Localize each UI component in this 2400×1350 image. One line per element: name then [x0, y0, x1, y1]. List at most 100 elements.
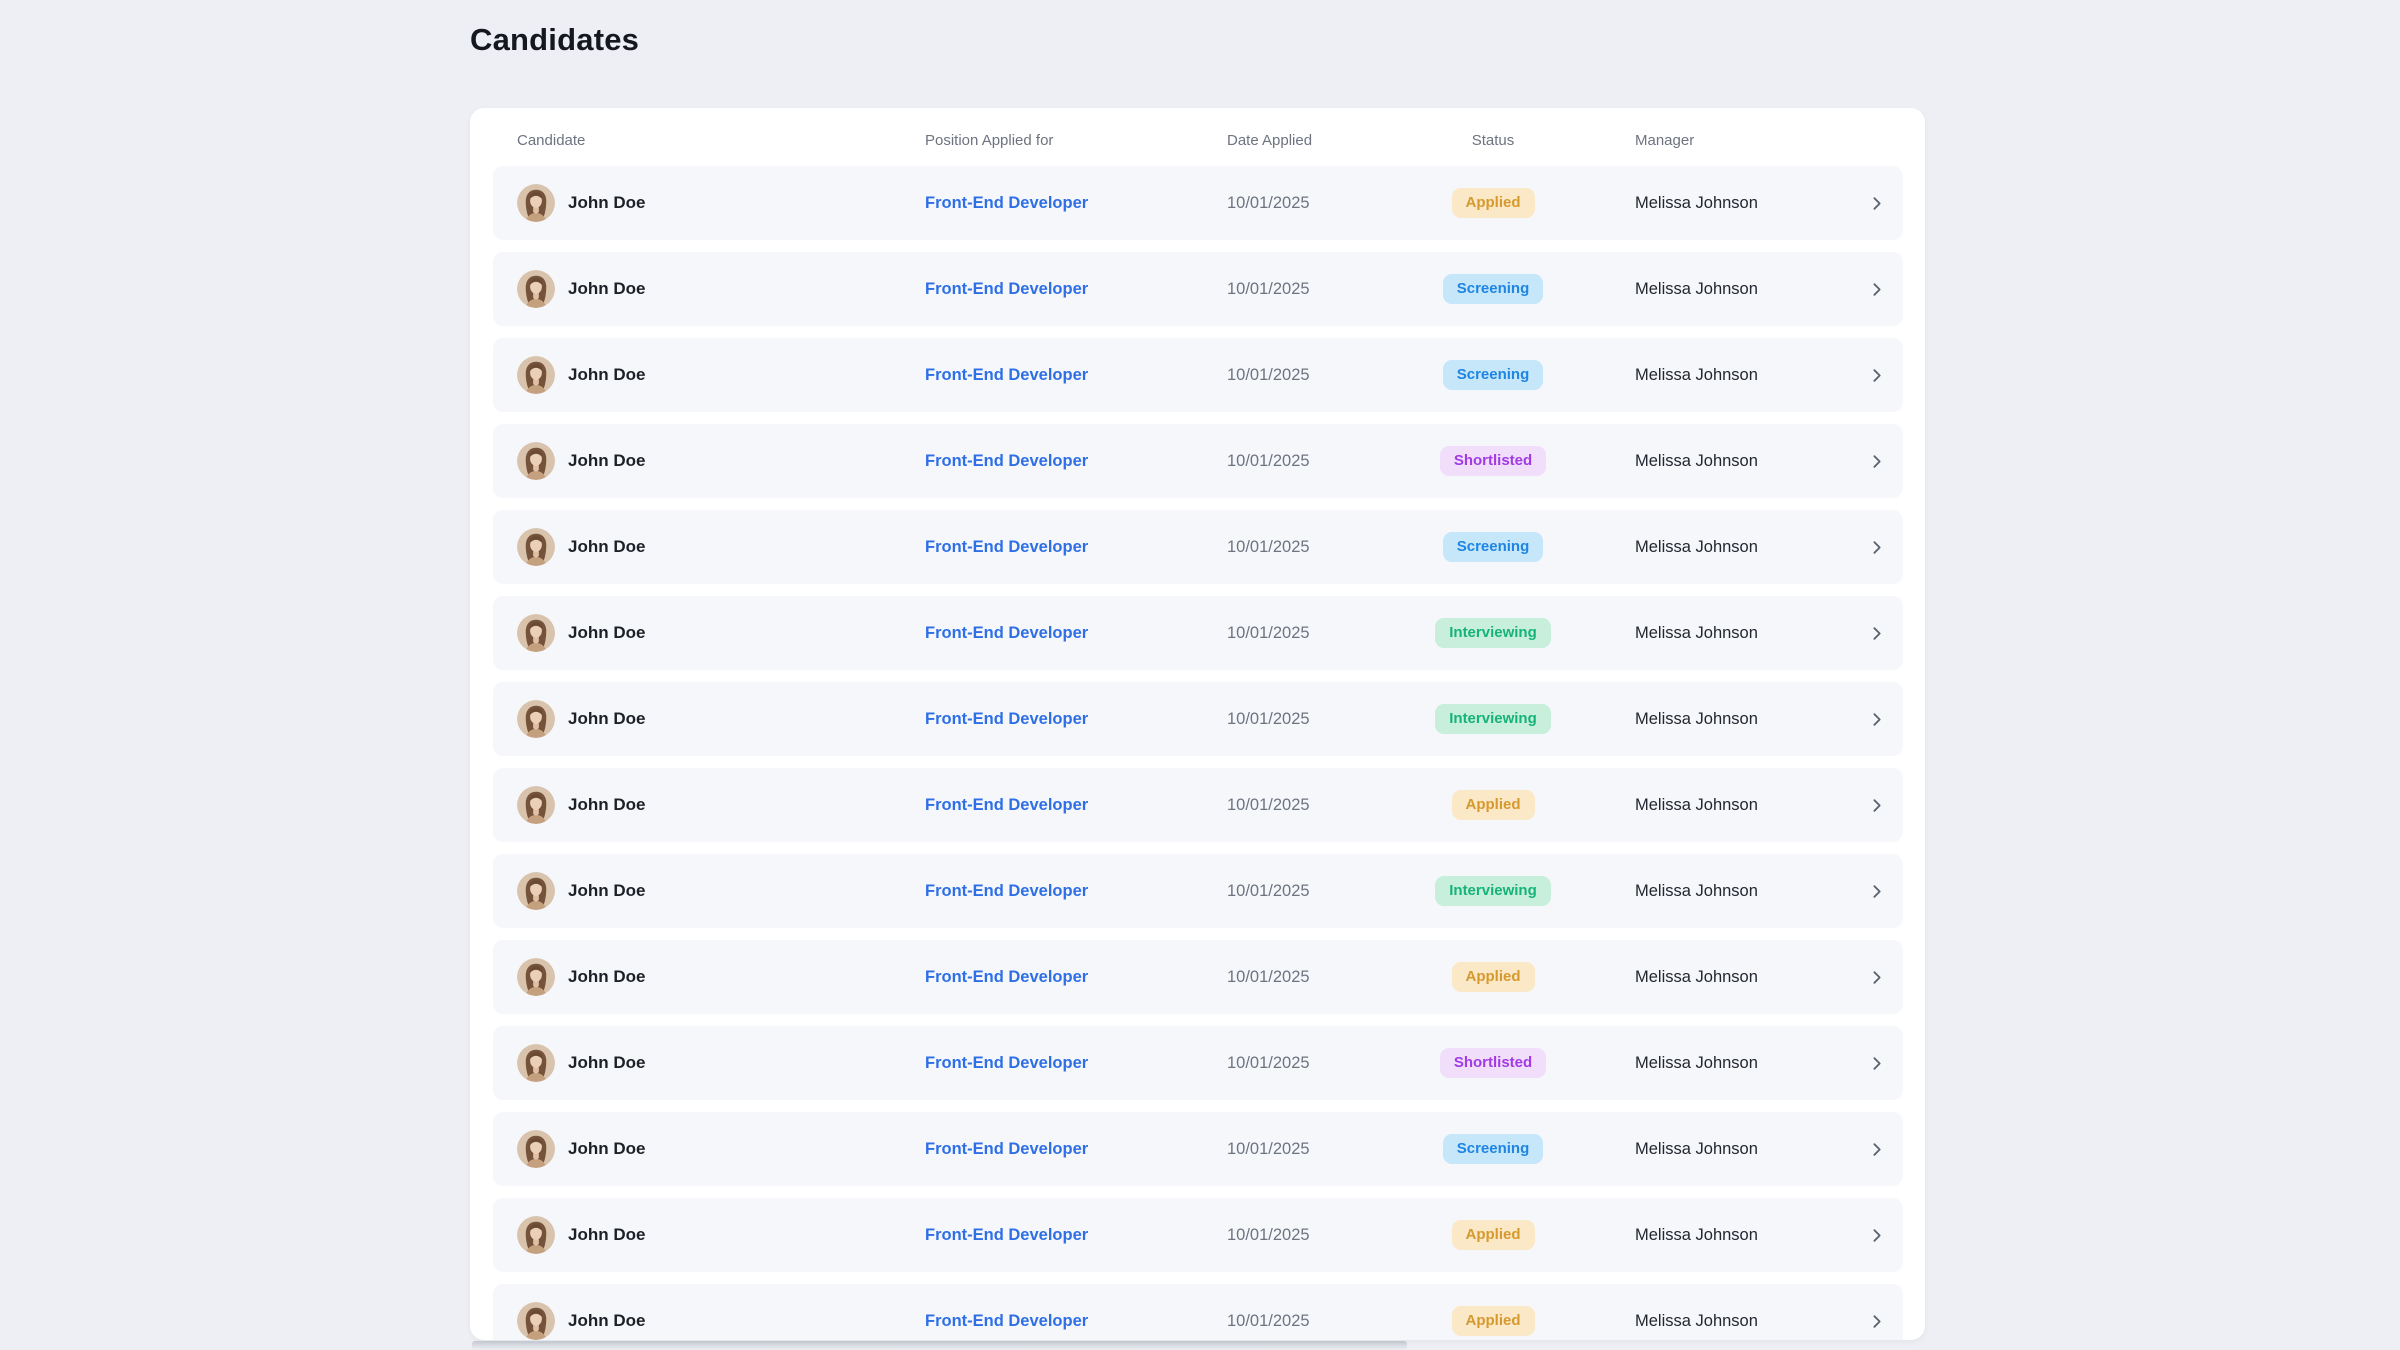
avatar: [517, 1044, 555, 1082]
candidate-name: John Doe: [568, 365, 645, 385]
manager-cell: Melissa Johnson: [1635, 710, 1831, 729]
candidate-name: John Doe: [568, 279, 645, 299]
chevron-right-icon[interactable]: [1867, 968, 1885, 986]
date-cell: 10/01/2025: [1227, 538, 1429, 557]
date-applied: 10/01/2025: [1227, 1226, 1310, 1245]
manager-cell: Melissa Johnson: [1635, 366, 1831, 385]
position-link[interactable]: Front-End Developer: [925, 710, 1088, 729]
chevron-right-icon[interactable]: [1867, 538, 1885, 556]
avatar: [517, 528, 555, 566]
chevron-right-icon[interactable]: [1867, 280, 1885, 298]
chevron-cell: [1831, 968, 1903, 986]
table-header: Candidate Position Applied for Date Appl…: [493, 108, 1903, 166]
table-row[interactable]: John Doe Front-End Developer 10/01/2025 …: [493, 682, 1903, 756]
date-applied: 10/01/2025: [1227, 366, 1310, 385]
table-row[interactable]: John Doe Front-End Developer 10/01/2025 …: [493, 1026, 1903, 1100]
position-cell: Front-End Developer: [925, 968, 1227, 987]
column-header-status: Status: [1472, 132, 1515, 149]
chevron-right-icon[interactable]: [1867, 1140, 1885, 1158]
avatar: [517, 270, 555, 308]
table-row[interactable]: John Doe Front-End Developer 10/01/2025 …: [493, 1284, 1903, 1340]
status-cell: Shortlisted: [1429, 1048, 1635, 1079]
chevron-right-icon[interactable]: [1867, 1226, 1885, 1244]
horizontal-scrollbar-thumb[interactable]: [472, 1341, 1407, 1350]
chevron-right-icon[interactable]: [1867, 624, 1885, 642]
status-badge: Applied: [1452, 790, 1535, 821]
position-link[interactable]: Front-End Developer: [925, 452, 1088, 471]
table-row[interactable]: John Doe Front-End Developer 10/01/2025 …: [493, 768, 1903, 842]
candidate-cell: John Doe: [493, 786, 925, 824]
date-applied: 10/01/2025: [1227, 1140, 1310, 1159]
date-cell: 10/01/2025: [1227, 882, 1429, 901]
date-cell: 10/01/2025: [1227, 1312, 1429, 1331]
position-link[interactable]: Front-End Developer: [925, 1054, 1088, 1073]
chevron-right-icon[interactable]: [1867, 194, 1885, 212]
table-row[interactable]: John Doe Front-End Developer 10/01/2025 …: [493, 510, 1903, 584]
candidate-name: John Doe: [568, 1311, 645, 1331]
avatar: [517, 1216, 555, 1254]
position-link[interactable]: Front-End Developer: [925, 968, 1088, 987]
column-header-position: Position Applied for: [925, 132, 1227, 149]
chevron-cell: [1831, 796, 1903, 814]
date-applied: 10/01/2025: [1227, 796, 1310, 815]
candidate-cell: John Doe: [493, 528, 925, 566]
position-link[interactable]: Front-End Developer: [925, 1140, 1088, 1159]
position-link[interactable]: Front-End Developer: [925, 538, 1088, 557]
avatar: [517, 958, 555, 996]
table-row[interactable]: John Doe Front-End Developer 10/01/2025 …: [493, 1112, 1903, 1186]
position-link[interactable]: Front-End Developer: [925, 1312, 1088, 1331]
chevron-cell: [1831, 1312, 1903, 1330]
chevron-cell: [1831, 194, 1903, 212]
candidate-cell: John Doe: [493, 958, 925, 996]
table-row[interactable]: John Doe Front-End Developer 10/01/2025 …: [493, 252, 1903, 326]
avatar: [517, 1130, 555, 1168]
candidate-cell: John Doe: [493, 270, 925, 308]
table-row[interactable]: John Doe Front-End Developer 10/01/2025 …: [493, 940, 1903, 1014]
status-badge: Shortlisted: [1440, 1048, 1546, 1079]
table-row[interactable]: John Doe Front-End Developer 10/01/2025 …: [493, 338, 1903, 412]
table-row[interactable]: John Doe Front-End Developer 10/01/2025 …: [493, 596, 1903, 670]
position-link[interactable]: Front-End Developer: [925, 1226, 1088, 1245]
date-cell: 10/01/2025: [1227, 624, 1429, 643]
chevron-right-icon[interactable]: [1867, 452, 1885, 470]
status-cell: Applied: [1429, 962, 1635, 993]
status-cell: Shortlisted: [1429, 446, 1635, 477]
manager-name: Melissa Johnson: [1635, 194, 1758, 213]
date-applied: 10/01/2025: [1227, 968, 1310, 987]
manager-cell: Melissa Johnson: [1635, 1140, 1831, 1159]
avatar: [517, 700, 555, 738]
chevron-right-icon[interactable]: [1867, 710, 1885, 728]
date-applied: 10/01/2025: [1227, 538, 1310, 557]
position-cell: Front-End Developer: [925, 280, 1227, 299]
table-row[interactable]: John Doe Front-End Developer 10/01/2025 …: [493, 166, 1903, 240]
position-link[interactable]: Front-End Developer: [925, 194, 1088, 213]
status-badge: Interviewing: [1435, 876, 1551, 907]
chevron-right-icon[interactable]: [1867, 1312, 1885, 1330]
date-cell: 10/01/2025: [1227, 1140, 1429, 1159]
candidate-cell: John Doe: [493, 614, 925, 652]
chevron-right-icon[interactable]: [1867, 366, 1885, 384]
manager-name: Melissa Johnson: [1635, 452, 1758, 471]
chevron-right-icon[interactable]: [1867, 882, 1885, 900]
candidate-cell: John Doe: [493, 1130, 925, 1168]
chevron-right-icon[interactable]: [1867, 1054, 1885, 1072]
table-row[interactable]: John Doe Front-End Developer 10/01/2025 …: [493, 424, 1903, 498]
position-cell: Front-End Developer: [925, 624, 1227, 643]
manager-cell: Melissa Johnson: [1635, 796, 1831, 815]
position-link[interactable]: Front-End Developer: [925, 882, 1088, 901]
status-cell: Interviewing: [1429, 704, 1635, 735]
candidate-name: John Doe: [568, 795, 645, 815]
position-link[interactable]: Front-End Developer: [925, 366, 1088, 385]
position-link[interactable]: Front-End Developer: [925, 624, 1088, 643]
position-link[interactable]: Front-End Developer: [925, 280, 1088, 299]
status-badge: Shortlisted: [1440, 446, 1546, 477]
candidate-cell: John Doe: [493, 1302, 925, 1340]
table-row[interactable]: John Doe Front-End Developer 10/01/2025 …: [493, 854, 1903, 928]
manager-name: Melissa Johnson: [1635, 366, 1758, 385]
chevron-right-icon[interactable]: [1867, 796, 1885, 814]
table-row[interactable]: John Doe Front-End Developer 10/01/2025 …: [493, 1198, 1903, 1272]
status-badge: Applied: [1452, 1306, 1535, 1337]
date-cell: 10/01/2025: [1227, 280, 1429, 299]
position-link[interactable]: Front-End Developer: [925, 796, 1088, 815]
status-badge: Screening: [1443, 532, 1544, 563]
